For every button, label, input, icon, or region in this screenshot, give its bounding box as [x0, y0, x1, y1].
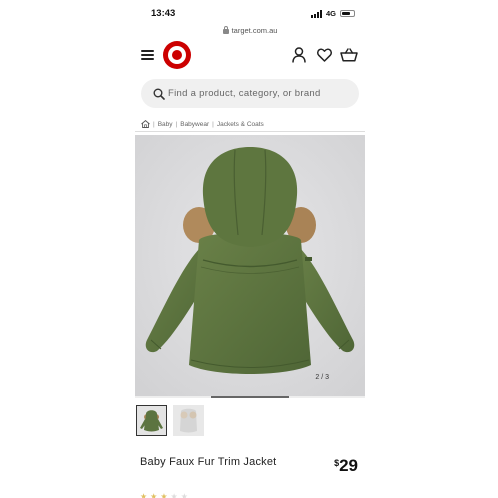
image-counter: 2 / 3	[315, 374, 329, 381]
breadcrumb-item-jackets-coats[interactable]: Jackets & Coats	[217, 121, 264, 128]
star-icon: ★	[140, 492, 148, 498]
home-icon[interactable]	[141, 120, 150, 128]
price-currency: $	[334, 458, 340, 468]
url-text: target.com.au	[231, 25, 278, 35]
breadcrumb-separator: |	[175, 120, 178, 128]
site-header	[135, 40, 365, 72]
url-bar[interactable]: target.com.au	[135, 23, 365, 37]
search-input[interactable]	[168, 88, 348, 99]
search-bar[interactable]	[141, 79, 359, 108]
thumbnail-2[interactable]	[173, 405, 204, 436]
search-icon	[153, 88, 165, 100]
price-value: 29	[339, 456, 358, 475]
divider	[135, 131, 365, 132]
account-icon[interactable]	[292, 47, 306, 63]
carousel-progress-thumb[interactable]	[211, 396, 289, 398]
breadcrumb-separator: |	[212, 120, 214, 128]
product-title: Baby Faux Fur Trim Jacket	[140, 456, 277, 468]
lock-icon	[222, 25, 229, 34]
star-icon: ★	[150, 492, 158, 498]
mobile-browser: 13:43 4G target.com.au Find a product, c…	[135, 0, 365, 498]
network-label: 4G	[325, 9, 336, 18]
product-image-carousel[interactable]: 2 / 3	[135, 135, 365, 397]
rating-stars[interactable]: ★ ★ ★ ★ ★	[140, 492, 188, 498]
breadcrumb-separator: |	[153, 120, 155, 128]
star-icon: ★	[160, 492, 168, 498]
breadcrumb: | Baby | Babywear | Jackets & Coats	[141, 118, 264, 130]
star-icon: ★	[170, 492, 178, 498]
thumbnail-1[interactable]	[136, 405, 167, 436]
heart-icon[interactable]	[317, 48, 332, 62]
product-photo-jacket-back	[135, 135, 365, 397]
basket-icon[interactable]	[340, 48, 358, 62]
status-indicators: 4G	[310, 9, 355, 18]
breadcrumb-item-babywear[interactable]: Babywear	[180, 121, 209, 128]
breadcrumb-item-baby[interactable]: Baby	[158, 121, 173, 128]
signal-icon	[310, 9, 322, 18]
status-time: 13:43	[151, 8, 176, 19]
product-price: $29	[334, 456, 358, 476]
battery-icon	[340, 10, 355, 17]
star-icon: ★	[180, 492, 188, 498]
carousel-progress-track[interactable]	[135, 396, 365, 398]
target-logo[interactable]	[163, 41, 191, 69]
menu-icon[interactable]	[141, 50, 154, 60]
